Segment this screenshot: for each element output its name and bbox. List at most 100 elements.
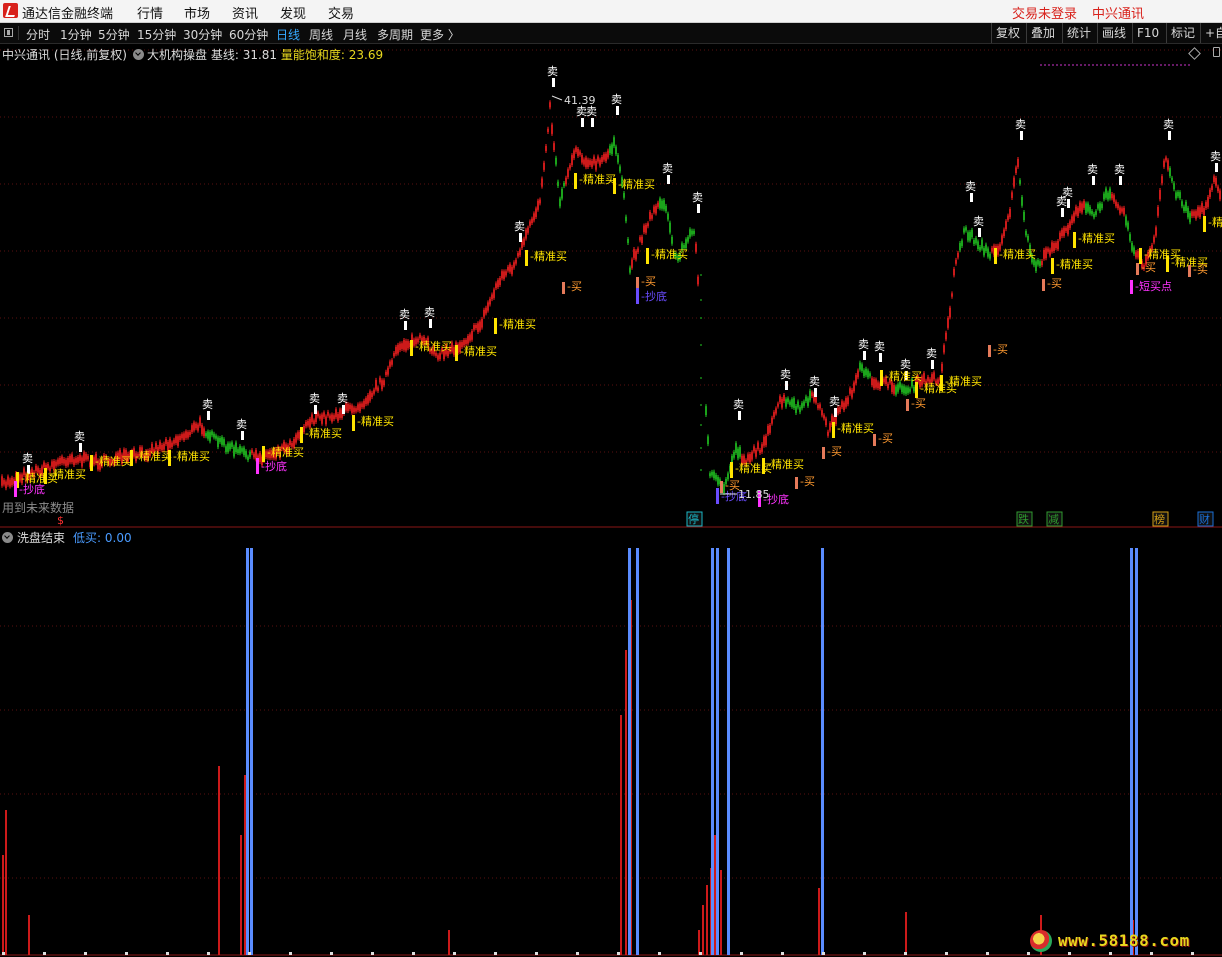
base-dot (371, 952, 374, 955)
candle-body (739, 447, 741, 457)
candle-body (793, 398, 795, 408)
candle-body (1133, 247, 1135, 254)
candle-body (1119, 207, 1121, 214)
buy-label: -买 (1141, 261, 1156, 274)
candle-body (1083, 201, 1085, 208)
candle-body (945, 332, 947, 340)
precise-buy-label: -精准买 (460, 345, 497, 358)
candle-body (75, 458, 77, 463)
candle-body (543, 162, 545, 170)
candle-body (1057, 241, 1059, 250)
panel-options-icon[interactable] (1213, 47, 1220, 57)
candle-body (825, 418, 827, 426)
buy-signal-bar (1136, 263, 1139, 275)
candle-body (251, 450, 253, 454)
wash-end-signal-bar (1130, 548, 1133, 955)
candle-body (77, 457, 79, 463)
candle-body (641, 236, 643, 244)
buy-signal-bar (455, 345, 458, 361)
candle-body (653, 206, 655, 213)
sub-indicator-name: 洗盘结束 (17, 531, 66, 545)
candle-body (943, 345, 945, 353)
sell-signal-label: 卖 (965, 180, 976, 193)
sell-signal-label: 卖 (1062, 186, 1073, 199)
sell-signal-label: 卖 (858, 338, 869, 351)
candle-body (55, 461, 57, 466)
candle-body (239, 446, 241, 454)
candle-body (649, 211, 651, 220)
candle-body (553, 143, 555, 151)
watermark: www.58188.com (1030, 928, 1220, 954)
candle-body (197, 424, 199, 431)
candle-body (1215, 177, 1217, 186)
candle-body (349, 404, 351, 410)
candle-body (373, 389, 375, 394)
candle-body (575, 147, 577, 152)
candle-body (773, 412, 775, 418)
candle-body (1129, 234, 1131, 241)
candle-body (61, 456, 63, 464)
sell-signal-label: 卖 (337, 392, 348, 405)
candle-body (843, 402, 845, 411)
candle-body (165, 438, 167, 445)
wash-end-signal-bar (727, 548, 730, 955)
buy-signal-bar (1188, 265, 1191, 277)
candle-body (841, 401, 843, 408)
sell-signal-bar (552, 78, 555, 87)
candle-body (563, 182, 565, 187)
candle-body (733, 451, 735, 458)
candle-body (207, 431, 209, 439)
candle-body (57, 459, 59, 465)
candle-body (405, 340, 407, 351)
candle-body (289, 440, 291, 445)
chart-canvas[interactable]: 卖卖卖卖卖 卖卖 卖卖卖卖 卖卖卖卖卖卖卖卖卖 卖卖卖卖卖卖卖卖卖 卖卖卖-精准买-精准买… (0, 0, 1222, 957)
buy-label: -买 (800, 475, 815, 488)
candle-body (1175, 192, 1177, 199)
candle-body (515, 259, 517, 264)
sell-signal-label: 卖 (611, 93, 622, 106)
bottom-signal-bar (636, 288, 639, 304)
candle-body (1121, 208, 1123, 212)
candle-body (199, 417, 201, 426)
candle-body (823, 415, 825, 419)
buy-label: -买 (911, 397, 926, 410)
candle-body (501, 271, 503, 279)
candle-body (805, 396, 807, 402)
high-price-pointer (551, 95, 563, 101)
candle-body (179, 435, 181, 441)
candle-body (1093, 213, 1095, 218)
candle-body (1061, 229, 1063, 237)
candle-body (171, 442, 173, 447)
wash-end-signal-bar (1135, 548, 1138, 955)
sell-signal-bar (863, 351, 866, 360)
candle-body (253, 453, 255, 458)
sub-indicator-menu-icon[interactable] (2, 532, 13, 543)
candle-body (221, 437, 223, 445)
candle-body (901, 385, 903, 393)
candle-body (323, 412, 325, 417)
candle-body (787, 398, 789, 403)
candle-body (577, 148, 579, 156)
candle-body (1039, 261, 1041, 267)
wash-bar (244, 775, 246, 955)
candle-body (549, 102, 551, 108)
indicator-menu-icon[interactable] (133, 49, 144, 60)
candle-body (757, 442, 759, 450)
candle-body (213, 433, 215, 438)
buy-signal-bar (1203, 216, 1206, 232)
candle-body (1105, 188, 1107, 198)
sell-signal-label: 卖 (22, 452, 33, 465)
base-dot (986, 952, 989, 955)
candle-body (311, 414, 313, 423)
candle-body (967, 232, 969, 241)
wash-bar (448, 930, 450, 955)
candle-body (1187, 207, 1189, 218)
candle-body (761, 444, 763, 452)
candle-body (1069, 221, 1071, 228)
candle-body (513, 262, 515, 268)
candle-body (631, 259, 633, 268)
candle-body (225, 446, 227, 453)
candle-body (891, 382, 893, 393)
sell-signal-bar (207, 411, 210, 420)
short-buy-bar (1130, 280, 1133, 294)
